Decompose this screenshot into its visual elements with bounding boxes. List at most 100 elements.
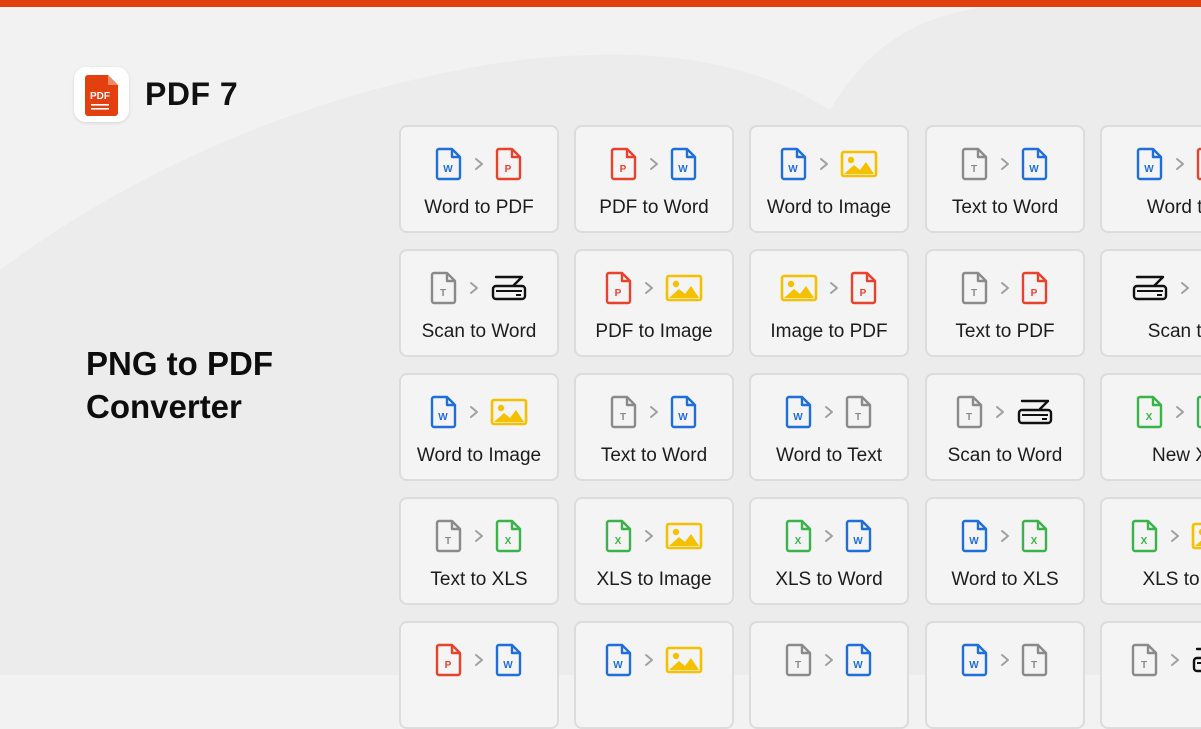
card-label: Scan to	[1147, 321, 1201, 342]
card-icons: TP	[927, 271, 1083, 305]
converter-card[interactable]: X XLS to Image	[574, 497, 734, 605]
svg-text:T: T	[971, 164, 977, 175]
converter-card[interactable]: P PDF to Image	[574, 249, 734, 357]
svg-text:W: W	[678, 412, 688, 423]
converter-card[interactable]: PW	[399, 621, 559, 729]
svg-text:W: W	[438, 412, 448, 423]
chevron-right-icon	[817, 653, 841, 667]
converter-card[interactable]: T P Text to PDF	[925, 249, 1085, 357]
svg-text:T: T	[445, 536, 451, 547]
text-file-icon: T	[785, 643, 813, 677]
chevron-right-icon	[637, 653, 661, 667]
pdf-file-icon: P	[435, 643, 463, 677]
card-label: Scan to Word	[421, 321, 537, 342]
converter-card[interactable]: T	[1100, 621, 1201, 729]
chevron-right-icon	[467, 529, 491, 543]
converter-card[interactable]: W P Word to PDF	[399, 125, 559, 233]
svg-text:W: W	[969, 536, 979, 547]
xls-file-icon: X	[605, 519, 633, 553]
svg-text:X: X	[795, 536, 802, 547]
pdf-file-icon: P	[1196, 147, 1201, 181]
chevron-right-icon	[467, 653, 491, 667]
converter-card[interactable]: TW	[749, 621, 909, 729]
image-file-icon	[665, 645, 703, 675]
xls-file-icon: X	[495, 519, 523, 553]
word-file-icon: W	[785, 395, 813, 429]
card-label: Text to PDF	[955, 321, 1055, 342]
converter-card[interactable]: W	[574, 621, 734, 729]
word-file-icon: W	[605, 643, 633, 677]
app-logo-icon[interactable]: PDF	[74, 67, 129, 122]
pdf-file-icon: P	[610, 147, 638, 181]
converter-card[interactable]: X W XLS to Word	[749, 497, 909, 605]
pdf-file-icon: P	[1021, 271, 1049, 305]
card-icons: X	[576, 519, 732, 553]
card-icons: XW	[751, 519, 907, 553]
svg-text:T: T	[1031, 660, 1037, 671]
card-label: Word to XLS	[951, 569, 1059, 590]
converter-card[interactable]: T Scan to Word	[925, 373, 1085, 481]
svg-text:P: P	[620, 164, 627, 175]
converter-card[interactable]: W Scan to	[1100, 249, 1201, 357]
app-name: PDF 7	[145, 76, 239, 112]
xls-file-icon: X	[1196, 395, 1201, 429]
image-file-icon	[780, 273, 818, 303]
card-icons: XX	[1102, 395, 1201, 429]
card-label: PDF to Image	[595, 321, 713, 342]
image-file-icon	[1191, 521, 1201, 551]
card-icons: TW	[576, 395, 732, 429]
card-label: Word to Image	[766, 197, 892, 218]
xls-file-icon: X	[1136, 395, 1164, 429]
chevron-right-icon	[462, 281, 486, 295]
card-label: New X	[1152, 445, 1201, 466]
svg-text:P: P	[860, 288, 867, 299]
word-file-icon: W	[961, 643, 989, 677]
text-file-icon: T	[961, 271, 989, 305]
scan-file-icon	[1016, 397, 1054, 427]
svg-text:P: P	[445, 660, 452, 671]
svg-text:T: T	[971, 288, 977, 299]
converter-card[interactable]: T W Text to Word	[925, 125, 1085, 233]
brand: PDF PDF 7	[74, 67, 238, 122]
converter-card[interactable]: WPWord to	[1100, 125, 1201, 233]
converter-card[interactable]: P Image to PDF	[749, 249, 909, 357]
converter-card[interactable]: X XLS to P	[1100, 497, 1201, 605]
svg-text:W: W	[1029, 164, 1039, 175]
scan-file-icon	[490, 273, 528, 303]
card-icons: W	[401, 395, 557, 429]
converter-card[interactable]: T W Text to Word	[574, 373, 734, 481]
card-icons: TW	[751, 643, 907, 677]
card-icons: W	[576, 643, 732, 677]
svg-text:X: X	[615, 536, 622, 547]
card-icons: PW	[576, 147, 732, 181]
chevron-right-icon	[462, 405, 486, 419]
converter-card[interactable]: W Word to Image	[749, 125, 909, 233]
card-label: XLS to Image	[596, 569, 712, 590]
converter-card[interactable]: T X Text to XLS	[399, 497, 559, 605]
converter-card[interactable]: WT	[925, 621, 1085, 729]
headline-line-1: PNG to PDF	[86, 345, 273, 382]
chevron-right-icon	[988, 405, 1012, 419]
converter-card[interactable]: XX New X	[1100, 373, 1201, 481]
converter-card[interactable]: T Scan to Word	[399, 249, 559, 357]
chevron-right-icon	[467, 157, 491, 171]
image-file-icon	[665, 521, 703, 551]
converter-card[interactable]: W T Word to Text	[749, 373, 909, 481]
converter-card[interactable]: P W PDF to Word	[574, 125, 734, 233]
card-label: Text to Word	[951, 197, 1059, 218]
svg-text:P: P	[1031, 288, 1038, 299]
xls-file-icon: X	[1021, 519, 1049, 553]
svg-text:X: X	[1031, 536, 1038, 547]
card-label: Image to PDF	[770, 321, 888, 342]
converter-card[interactable]: W X Word to XLS	[925, 497, 1085, 605]
text-file-icon: T	[961, 147, 989, 181]
word-file-icon: W	[495, 643, 523, 677]
chevron-right-icon	[993, 157, 1017, 171]
chevron-right-icon	[822, 281, 846, 295]
card-icons: WP	[1102, 147, 1201, 181]
text-file-icon: T	[435, 519, 463, 553]
text-file-icon: T	[430, 271, 458, 305]
svg-text:P: P	[505, 164, 512, 175]
svg-text:W: W	[678, 164, 688, 175]
converter-card[interactable]: W Word to Image	[399, 373, 559, 481]
